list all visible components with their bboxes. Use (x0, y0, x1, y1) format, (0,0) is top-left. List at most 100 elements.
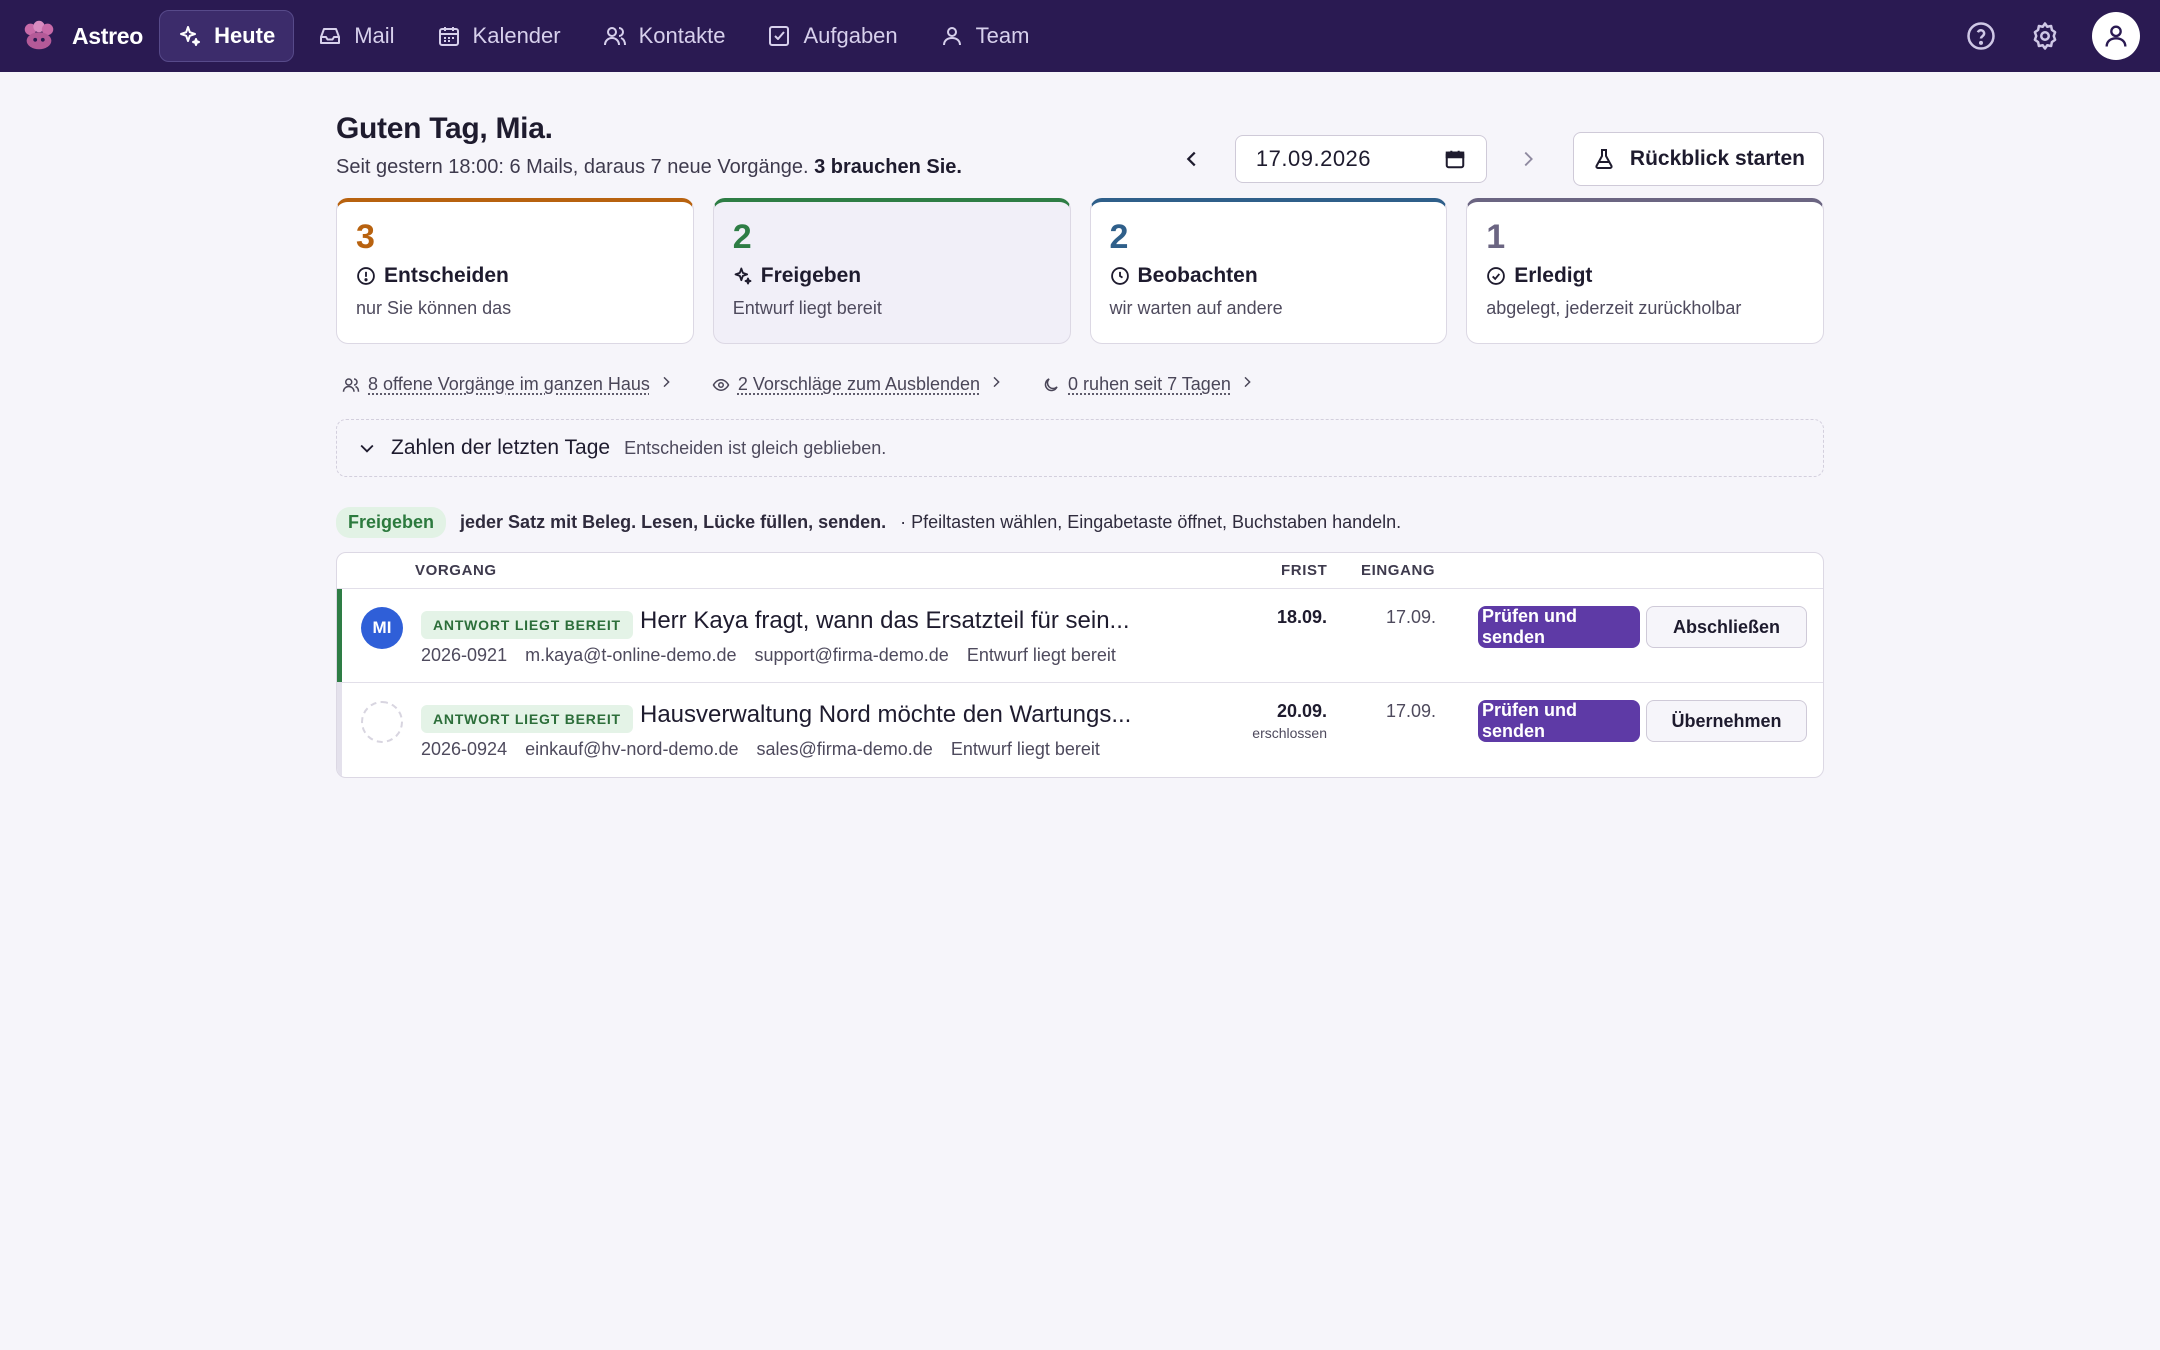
due-date-value: 20.09. (1276, 701, 1327, 721)
section-legend: Freigeben jeder Satz mit Beleg. Lesen, L… (336, 507, 1824, 538)
review-send-button[interactable]: Prüfen und senden (1478, 700, 1640, 742)
brand[interactable]: Astreo (20, 17, 143, 55)
review-button-label: Rückblick starten (1629, 147, 1805, 170)
card-subtitle: nur Sie können das (356, 298, 512, 318)
card-count: 1 (1486, 218, 1506, 256)
page-title: Guten Tag, Mia. (336, 112, 553, 145)
card-subtitle: abgelegt, jederzeit zurückholbar (1486, 298, 1742, 318)
due-date-value: 18.09. (1276, 607, 1327, 627)
eye-icon (712, 378, 730, 391)
table-row[interactable]: ANTWORT LIEGT BEREIT Hausverwaltung Nord… (337, 683, 1823, 777)
page-subtitle: Seit gestern 18:00: 6 Mails, daraus 7 ne… (336, 156, 962, 179)
column-header-frist: FRIST (1281, 562, 1328, 579)
sparkle-icon (180, 26, 201, 46)
close-case-button[interactable]: Abschließen (1646, 606, 1807, 648)
assignee-avatar: MI (361, 607, 403, 649)
case-id: 2026-0924 (421, 739, 508, 759)
astreo-logo-icon (24, 20, 54, 50)
card-title: Erledigt (1514, 264, 1593, 287)
case-subject[interactable]: Hausverwaltung Nord möchte den Wartungs.… (640, 701, 1160, 729)
contacts-icon (603, 27, 626, 46)
calendar-icon[interactable] (1444, 148, 1466, 170)
next-day-button[interactable] (1513, 144, 1543, 174)
card-beobachten[interactable]: 2 Beobachten wir warten auf andere (1089, 198, 1448, 344)
main-content: Guten Tag, Mia. Seit gestern 18:00: 6 Ma… (336, 72, 1824, 778)
nav-item-label: Kontakte (638, 23, 726, 48)
user-avatar[interactable] (2092, 12, 2140, 60)
nav-item-label: Team (975, 23, 1030, 48)
link-label: 8 offene Vorgänge im ganzen Haus (368, 374, 650, 394)
due-date: 20.09. erschlossen (1252, 701, 1327, 741)
take-over-button[interactable]: Übernehmen (1646, 700, 1807, 742)
nav-item-mail[interactable]: Mail (300, 10, 412, 62)
stats-collapse[interactable]: Zahlen der letzten Tage Entscheiden ist … (336, 419, 1824, 477)
due-date-note: erschlossen (1252, 725, 1327, 741)
previous-day-button[interactable] (1177, 144, 1207, 174)
link-resting[interactable]: 0 ruhen seit 7 Tagen (1042, 374, 1255, 395)
quick-links: 8 offene Vorgänge im ganzen Haus 2 Vorsc… (336, 374, 1824, 395)
calendar-icon (438, 27, 459, 46)
section-description: jeder Satz mit Beleg. Lesen, Lücke fülle… (460, 512, 887, 532)
card-title: Entscheiden (384, 264, 509, 287)
keyboard-hint: · Pfeiltasten wählen, Eingabetaste öffne… (900, 512, 1402, 532)
subtitle-emphasis: 3 brauchen Sie. (814, 156, 962, 178)
settings-button[interactable] (2028, 19, 2062, 53)
checkbox-icon (769, 26, 790, 46)
flask-icon (1595, 149, 1613, 169)
table-row[interactable]: MI ANTWORT LIEGT BEREIT Herr Kaya fragt,… (337, 589, 1823, 683)
card-count: 2 (1109, 218, 1129, 256)
collapse-summary: Entscheiden ist gleich geblieben. (624, 437, 887, 458)
nav-item-kontakte[interactable]: Kontakte (585, 10, 744, 62)
alert-circle-icon (357, 267, 375, 285)
due-date: 18.09. (1277, 607, 1327, 628)
check-circle-icon (1487, 267, 1506, 285)
date-field[interactable]: 17.09.2026 (1234, 135, 1487, 183)
sparkle-icon (734, 267, 752, 285)
status-badge: ANTWORT LIEGT BEREIT (421, 705, 633, 733)
case-subject[interactable]: Herr Kaya fragt, wann das Ersatzteil für… (640, 607, 1160, 635)
link-open-cases[interactable]: 8 offene Vorgänge im ganzen Haus (342, 374, 674, 395)
section-pill: Freigeben (336, 507, 447, 538)
unassigned-avatar[interactable] (361, 701, 403, 743)
team-icon (942, 27, 961, 46)
case-from: m.kaya@t-online-demo.de (525, 645, 737, 665)
link-hide-suggestions[interactable]: 2 Vorschläge zum Ausblenden (712, 374, 1004, 395)
card-entscheiden[interactable]: 3 Entscheiden nur Sie können das (336, 198, 694, 344)
inbox-icon (320, 28, 341, 44)
status-cards: 3 Entscheiden nur Sie können das 2 Freig… (336, 198, 1824, 344)
card-subtitle: Entwurf liegt bereit (732, 298, 882, 318)
app-name: Astreo (72, 22, 144, 49)
chevron-right-icon (1524, 151, 1533, 167)
card-title: Beobachten (1137, 264, 1258, 287)
case-from: einkauf@hv-nord-demo.de (525, 739, 739, 759)
help-icon (1967, 22, 1995, 50)
review-send-button[interactable]: Prüfen und senden (1478, 606, 1640, 648)
nav-item-kalender[interactable]: Kalender (419, 10, 579, 62)
case-status: Entwurf liegt bereit (950, 739, 1100, 759)
nav-item-label: Kalender (472, 23, 561, 48)
top-nav: Astreo Heute Mail Kalender Kontakte Aufg… (0, 0, 2160, 72)
status-badge: ANTWORT LIEGT BEREIT (421, 611, 633, 639)
subtitle-text: Seit gestern 18:00: 6 Mails, daraus 7 ne… (336, 156, 809, 178)
column-header-vorgang: VORGANG (415, 562, 497, 579)
start-review-button[interactable]: Rückblick starten (1572, 132, 1824, 186)
nav-item-heute[interactable]: Heute (159, 10, 295, 62)
help-button[interactable] (1964, 19, 1998, 53)
nav-item-label: Mail (354, 23, 395, 48)
nav-item-label: Aufgaben (803, 23, 898, 48)
card-count: 2 (732, 218, 752, 256)
nav-item-team[interactable]: Team (922, 10, 1048, 62)
card-subtitle: wir warten auf andere (1109, 298, 1283, 318)
users-icon (342, 377, 360, 392)
card-freigeben[interactable]: 2 Freigeben Entwurf liegt bereit (712, 198, 1071, 344)
card-erledigt[interactable]: 1 Erledigt abgelegt, jederzeit zurückhol… (1466, 198, 1824, 344)
case-table: VORGANG FRIST EINGANG MI ANTWORT LIEGT B… (336, 552, 1824, 778)
chevron-right-icon (993, 376, 1000, 388)
chevron-left-icon (1186, 151, 1196, 167)
card-count: 3 (356, 218, 375, 256)
nav-item-label: Heute (214, 23, 276, 48)
case-to: support@firma-demo.de (754, 645, 949, 665)
nav-item-aufgaben[interactable]: Aufgaben (749, 10, 915, 62)
gear-icon (2033, 22, 2057, 50)
chevron-down-icon (360, 444, 374, 453)
